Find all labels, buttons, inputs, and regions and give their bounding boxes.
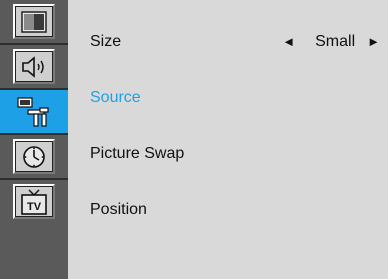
menu-row-label: Source	[90, 88, 141, 106]
sidebar-item-clock[interactable]	[0, 135, 68, 178]
clock-icon	[23, 145, 45, 168]
menu-row-size[interactable]: Size ◄ Small ►	[68, 20, 388, 63]
menu-row-label: Position	[90, 200, 147, 218]
sidebar-item-setup[interactable]	[0, 90, 68, 133]
menu-row-picture-swap[interactable]: Picture Swap	[68, 132, 388, 175]
sidebar-tile-picture	[13, 4, 55, 39]
sidebar-item-sound[interactable]	[0, 45, 68, 88]
sidebar-item-tv[interactable]: TV	[0, 180, 68, 223]
tv-icon-label: TV	[27, 201, 42, 213]
sidebar-tile-sound	[13, 49, 55, 84]
tv-icon: TV	[21, 189, 47, 215]
sidebar-tile-clock	[13, 139, 55, 174]
menu-row-label: Size	[90, 32, 122, 50]
right-arrow-icon[interactable]: ►	[367, 35, 380, 48]
sidebar-item-picture[interactable]	[0, 0, 68, 43]
osd-sidebar: TV	[0, 0, 68, 279]
size-value-selector: ◄ Small ►	[282, 20, 388, 63]
menu-row-position[interactable]: Position	[68, 188, 388, 231]
picture-icon	[21, 10, 47, 33]
sidebar-tile-tv: TV	[13, 184, 55, 219]
osd-menu: Size ◄ Small ► Source Picture Swap Posit…	[68, 0, 388, 279]
size-value: Small	[315, 32, 356, 50]
sidebar-tile-setup	[13, 94, 55, 129]
menu-row-source[interactable]: Source	[68, 76, 388, 119]
left-arrow-icon[interactable]: ◄	[282, 35, 295, 48]
osd-screen: TV Size ◄ Small ► Source Picture Swap Po…	[0, 0, 388, 279]
setup-icon	[17, 96, 49, 127]
sound-icon	[22, 55, 44, 78]
menu-row-label: Picture Swap	[90, 144, 185, 162]
